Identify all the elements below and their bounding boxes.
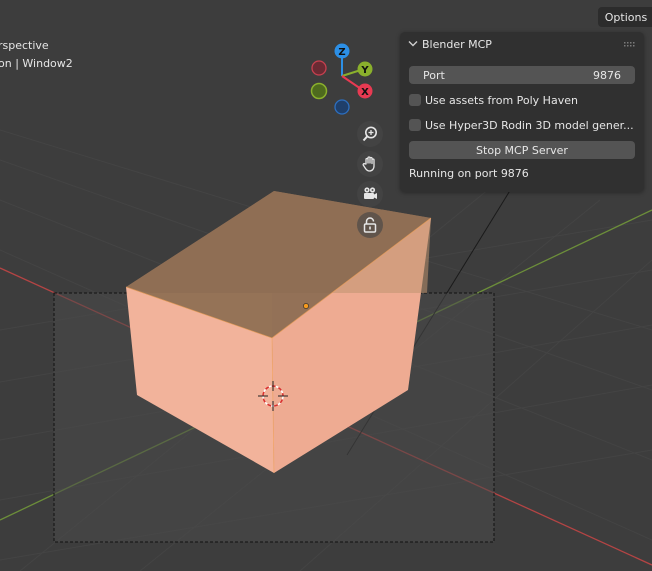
polyhaven-option[interactable]: Use assets from Poly Haven xyxy=(409,91,578,109)
stop-mcp-server-button[interactable]: Stop MCP Server xyxy=(409,141,635,159)
options-button[interactable]: Options xyxy=(598,7,652,27)
camera-view-button[interactable] xyxy=(357,181,383,207)
collection-label: on | Window2 xyxy=(0,57,73,70)
view-name-label: rspective xyxy=(0,39,49,52)
chevron-down-icon[interactable] xyxy=(408,40,418,48)
gizmo-y-label: Y xyxy=(360,65,369,76)
zoom-button[interactable] xyxy=(357,121,383,147)
hyper3d-checkbox[interactable] xyxy=(409,119,421,131)
port-label: Port xyxy=(423,68,445,82)
gizmo-z-label: Z xyxy=(338,47,345,58)
hyper3d-option[interactable]: Use Hyper3D Rodin 3D model gener... xyxy=(409,116,634,134)
pan-hand-icon xyxy=(362,156,375,172)
panel-header[interactable]: Blender MCP xyxy=(400,32,644,58)
object-origin xyxy=(303,303,309,309)
hyper3d-label: Use Hyper3D Rodin 3D model gener... xyxy=(425,118,634,132)
panel-title: Blender MCP xyxy=(422,38,492,51)
gizmo-x-label: X xyxy=(361,87,369,98)
port-field[interactable]: Port 9876 xyxy=(409,66,635,84)
drag-handle-icon[interactable] xyxy=(624,42,636,48)
pan-button[interactable] xyxy=(357,151,383,177)
lock-icon xyxy=(363,217,377,233)
camera-icon xyxy=(364,187,377,199)
zoom-icon xyxy=(362,126,377,142)
camera-lock-button[interactable] xyxy=(357,212,383,238)
navigation-gizmo[interactable]: Z Y X xyxy=(310,43,373,115)
server-status-text: Running on port 9876 xyxy=(409,167,529,180)
polyhaven-checkbox[interactable] xyxy=(409,94,421,106)
gizmo-neg-x[interactable] xyxy=(311,60,327,76)
blender-mcp-panel: Blender MCP Port 9876 Use assets from Po… xyxy=(400,32,644,192)
polyhaven-label: Use assets from Poly Haven xyxy=(425,93,578,107)
port-value: 9876 xyxy=(593,68,621,82)
gizmo-neg-z[interactable] xyxy=(334,99,350,115)
gizmo-neg-y[interactable] xyxy=(310,82,328,100)
3d-viewport[interactable]: Z Y X rspective on | Window2 Options Ble… xyxy=(0,0,652,571)
